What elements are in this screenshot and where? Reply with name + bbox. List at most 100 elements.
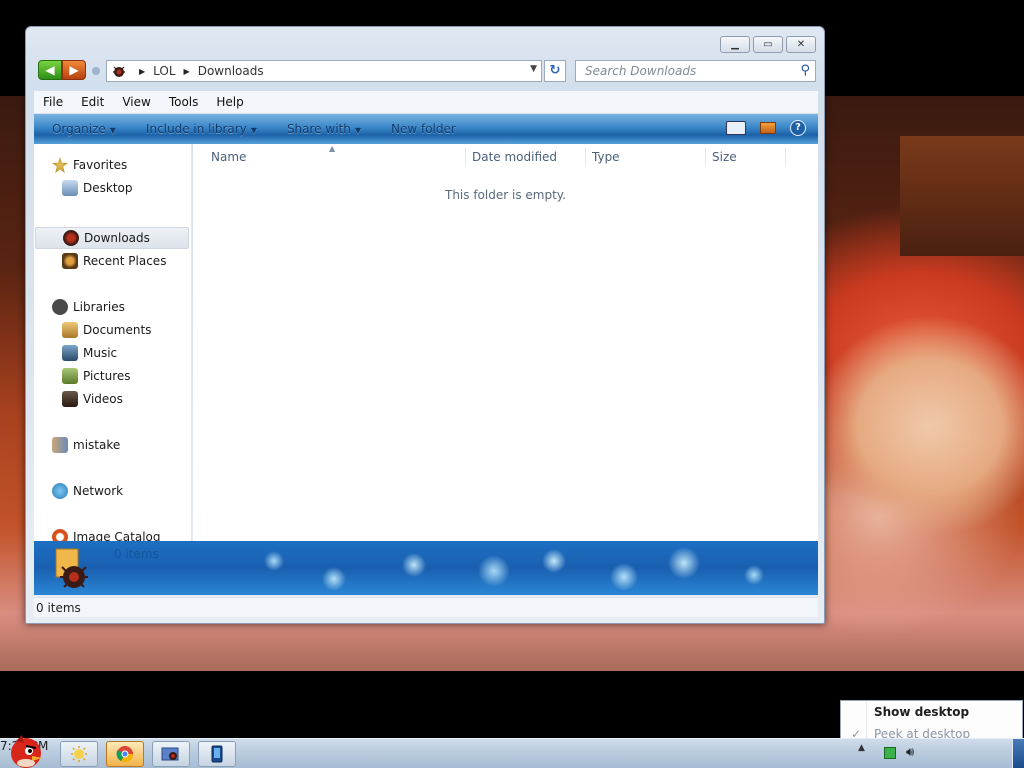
show-hidden-icons-icon[interactable]: ▲: [858, 743, 865, 753]
file-list[interactable]: ▲ Name Date modified Type Size This fold…: [193, 144, 818, 541]
videos-icon: [62, 391, 78, 407]
breadcrumb-arrow-icon: ▶: [139, 66, 146, 76]
chevron-down-icon: ▼: [250, 126, 257, 135]
network-icon: [52, 483, 68, 499]
new-folder-button[interactable]: New folder: [391, 122, 456, 136]
navigation-row: ◀ ▶ ▶ LOL ▶ Downloads ▼ ↻ Search Downloa…: [36, 60, 816, 82]
menu-file[interactable]: File: [43, 95, 63, 109]
sidebar-item-label: Downloads: [84, 231, 150, 245]
taskbar-btn-explorer[interactable]: [152, 741, 190, 767]
details-item-count: 0 items: [114, 547, 159, 561]
column-divider[interactable]: [705, 148, 706, 166]
column-divider[interactable]: [585, 148, 586, 166]
breadcrumb-arrow-icon: ▶: [183, 66, 190, 76]
address-bar[interactable]: ▶ LOL ▶ Downloads ▼: [106, 60, 542, 82]
sidebar-item-network[interactable]: Network: [52, 480, 123, 502]
sidebar-item-favorites[interactable]: Favorites: [52, 154, 127, 176]
forward-arrow-icon: ▶: [69, 63, 79, 77]
close-button[interactable]: ✕: [786, 36, 816, 53]
sidebar-item-downloads[interactable]: Downloads: [35, 227, 189, 249]
chrome-icon: [116, 746, 134, 763]
column-name[interactable]: Name: [211, 150, 246, 164]
sidebar-item-recent-places[interactable]: Recent Places: [62, 250, 166, 272]
column-divider[interactable]: [465, 148, 466, 166]
libraries-icon: [52, 299, 68, 315]
pictures-icon: [62, 368, 78, 384]
homegroup-icon: [52, 437, 68, 453]
column-size[interactable]: Size: [712, 150, 737, 164]
sidebar-item-videos[interactable]: Videos: [62, 388, 123, 410]
help-icon[interactable]: ?: [790, 120, 806, 136]
column-divider[interactable]: [785, 148, 786, 166]
back-button[interactable]: ◀: [38, 60, 62, 80]
organize-button[interactable]: Organize ▼: [52, 122, 116, 136]
taskbar-btn-chrome[interactable]: [106, 741, 144, 767]
phone-icon: [211, 745, 223, 763]
sort-ascending-icon: ▲: [329, 144, 336, 153]
taskbar-btn-1[interactable]: [60, 741, 98, 767]
navigation-pane: Favorites Desktop Downloads Recent Place…: [34, 144, 192, 545]
chevron-down-icon: ▼: [354, 126, 361, 135]
recent-places-icon: [62, 253, 78, 269]
close-icon: ✕: [796, 39, 806, 50]
menu-help[interactable]: Help: [216, 95, 243, 109]
sidebar-item-label: Desktop: [83, 181, 133, 195]
sun-icon: [71, 746, 87, 762]
sidebar-item-label: Pictures: [83, 369, 131, 383]
show-desktop-button[interactable]: [1012, 739, 1024, 768]
sidebar-item-label: mistake: [73, 438, 121, 452]
share-with-button[interactable]: Share with ▼: [287, 122, 361, 136]
volume-icon[interactable]: 🔊︎: [906, 745, 914, 760]
sidebar-item-music[interactable]: Music: [62, 342, 117, 364]
sidebar-item-label: Documents: [83, 323, 152, 337]
column-date-modified[interactable]: Date modified: [472, 150, 557, 164]
sidebar-item-label: Recent Places: [83, 254, 167, 268]
change-view-icon[interactable]: [726, 121, 746, 135]
address-dropdown-icon[interactable]: ▼: [530, 64, 537, 74]
sidebar-item-libraries[interactable]: Libraries: [52, 296, 125, 318]
sidebar-item-mistake[interactable]: mistake: [52, 434, 120, 456]
preview-pane-icon[interactable]: [760, 122, 776, 134]
network-tray-icon[interactable]: [884, 747, 896, 759]
taskbar-btn-4[interactable]: [198, 741, 236, 767]
menu-view[interactable]: View: [122, 95, 150, 109]
details-pane: 0 items: [34, 541, 818, 595]
recent-locations-button[interactable]: [92, 67, 100, 75]
share-with-label: Share with: [286, 122, 351, 136]
menu-bar: File Edit View Tools Help: [34, 91, 818, 114]
sidebar-item-label: Favorites: [73, 158, 128, 172]
sidebar-item-documents[interactable]: Documents: [62, 319, 151, 341]
include-in-library-button[interactable]: Include in library ▼: [146, 122, 257, 136]
nav-arrows: ◀ ▶: [38, 60, 100, 82]
sidebar-item-pictures[interactable]: Pictures: [62, 365, 131, 387]
status-item-count: 0 items: [36, 600, 81, 615]
back-arrow-icon: ◀: [45, 63, 55, 77]
window-caption-buttons: ▁ ▭ ✕: [720, 36, 816, 53]
minimize-button[interactable]: ▁: [720, 36, 750, 53]
sidebar-item-label: Videos: [83, 392, 123, 406]
refresh-icon: ↻: [549, 63, 561, 78]
explorer-window: ▁ ▭ ✕ ◀ ▶ ▶ LOL ▶ Downloads ▼ ↻ Search D…: [25, 26, 825, 624]
empty-folder-message: This folder is empty.: [445, 188, 566, 202]
column-type[interactable]: Type: [592, 150, 620, 164]
folder-bug-icon: [161, 747, 179, 761]
menu-item-show-desktop[interactable]: Show desktop: [874, 705, 969, 719]
search-placeholder: Search Downloads: [585, 64, 697, 78]
command-bar-right: ?: [726, 120, 806, 136]
sidebar-item-label: Music: [83, 346, 118, 360]
sidebar-item-desktop[interactable]: Desktop: [62, 177, 133, 199]
refresh-button[interactable]: ↻: [544, 60, 566, 82]
menu-edit[interactable]: Edit: [81, 95, 104, 109]
breadcrumb-downloads[interactable]: Downloads: [198, 64, 264, 78]
breadcrumb-lol[interactable]: LOL: [153, 64, 175, 78]
forward-button[interactable]: ▶: [62, 60, 86, 80]
chevron-down-icon: ▼: [109, 126, 116, 135]
menu-tools[interactable]: Tools: [169, 95, 199, 109]
status-bar: 0 items: [34, 597, 818, 617]
star-icon: [52, 157, 68, 173]
maximize-icon: ▭: [763, 39, 773, 50]
search-icon[interactable]: ⚲: [800, 63, 810, 78]
maximize-button[interactable]: ▭: [753, 36, 783, 53]
start-button-angry-bird-icon[interactable]: [4, 731, 48, 768]
search-input[interactable]: Search Downloads ⚲: [575, 60, 816, 82]
